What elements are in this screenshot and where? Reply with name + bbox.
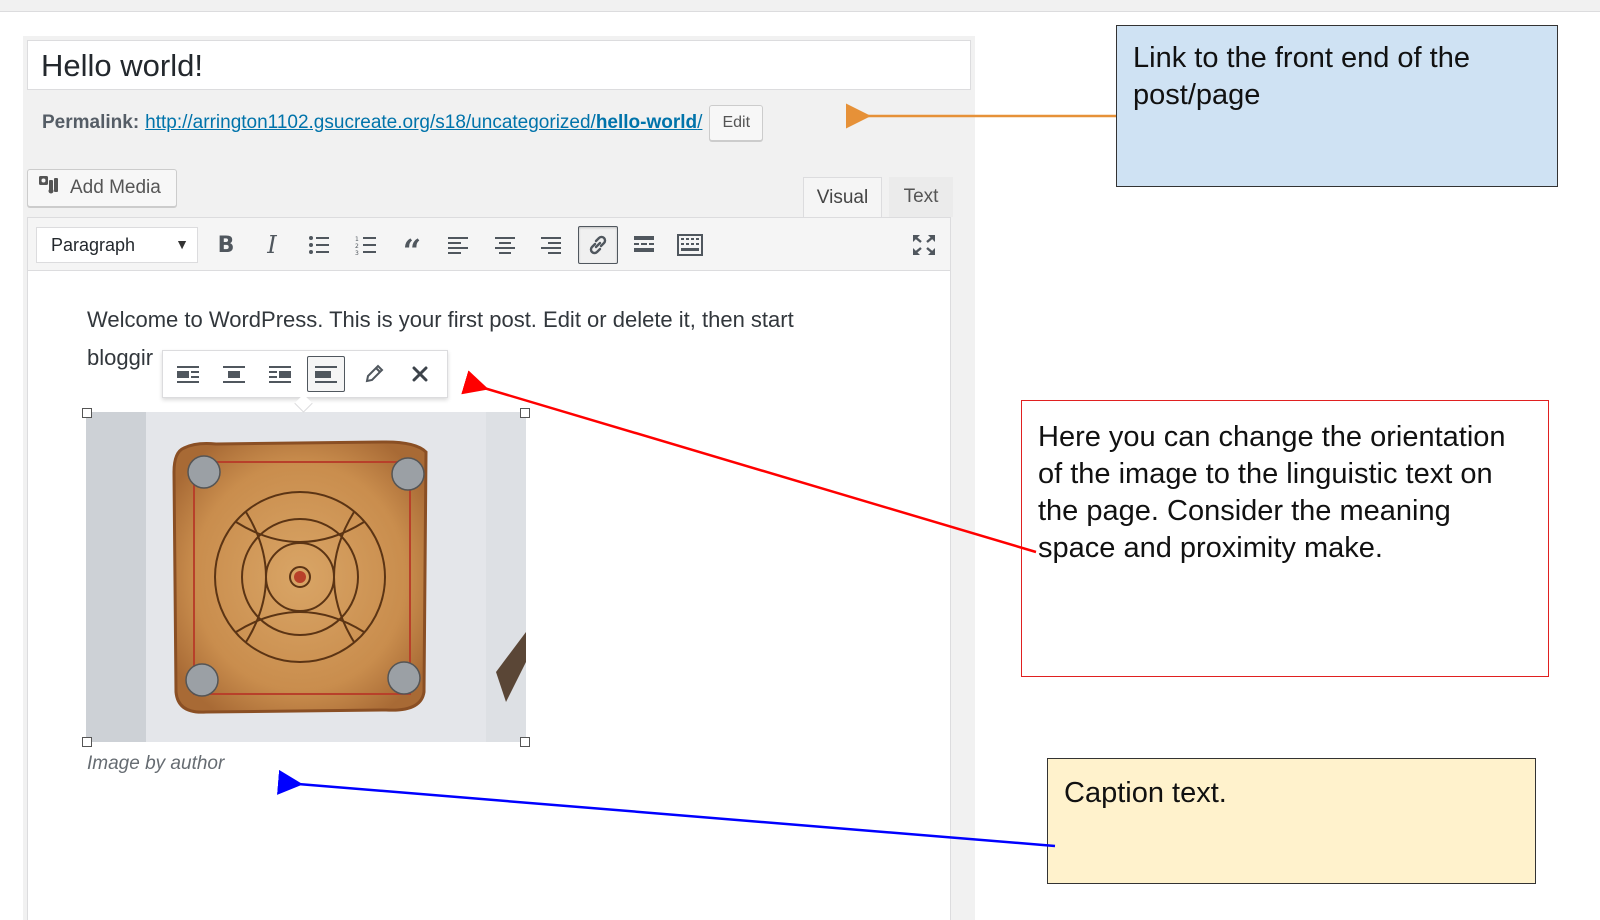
permalink-trail: / bbox=[697, 112, 703, 133]
resize-handle-top-right[interactable] bbox=[520, 408, 530, 418]
permalink-row: Permalink: http://arrington1102.gsucreat… bbox=[42, 104, 764, 142]
editor-toolbar: Paragraph ▼ B I 123 “ bbox=[27, 217, 951, 271]
resize-handle-bottom-left[interactable] bbox=[82, 737, 92, 747]
add-media-button[interactable]: Add Media bbox=[27, 169, 177, 207]
svg-text:1: 1 bbox=[355, 236, 359, 243]
format-select[interactable]: Paragraph ▼ bbox=[36, 227, 198, 263]
carrom-board-image bbox=[86, 412, 526, 742]
link-icon[interactable] bbox=[578, 226, 618, 264]
permalink-base: http://arrington1102.gsucreate.org/s18/u… bbox=[145, 112, 596, 133]
chevron-down-icon: ▼ bbox=[175, 236, 189, 252]
editor-content[interactable]: Welcome to WordPress. This is your first… bbox=[27, 271, 951, 920]
add-media-label: Add Media bbox=[70, 177, 161, 198]
permalink-link[interactable]: http://arrington1102.gsucreate.org/s18/u… bbox=[145, 112, 702, 134]
align-center-icon[interactable] bbox=[487, 227, 523, 263]
post-title-input[interactable]: Hello world! bbox=[27, 40, 971, 90]
image-no-align-icon[interactable] bbox=[307, 356, 345, 392]
align-right-icon[interactable] bbox=[533, 227, 569, 263]
resize-handle-bottom-right[interactable] bbox=[520, 737, 530, 747]
tab-text[interactable]: Text bbox=[889, 177, 953, 217]
numbered-list-icon[interactable]: 123 bbox=[348, 227, 384, 263]
top-bar bbox=[0, 0, 1600, 12]
media-icon bbox=[38, 174, 62, 202]
toolbar-toggle-icon[interactable] bbox=[672, 227, 708, 263]
permalink-slug: hello-world bbox=[595, 112, 698, 133]
remove-icon[interactable] bbox=[401, 356, 439, 392]
image-align-right-icon[interactable] bbox=[261, 356, 299, 392]
orientation-annotation: Here you can change the orientation of t… bbox=[1021, 400, 1549, 677]
image-caption[interactable]: Image by author bbox=[87, 753, 224, 775]
permalink-annotation: Link to the front end of the post/page bbox=[1116, 25, 1558, 187]
format-select-value: Paragraph bbox=[51, 234, 136, 255]
image-align-left-icon[interactable] bbox=[169, 356, 207, 392]
bulleted-list-icon[interactable] bbox=[301, 227, 337, 263]
paragraph-line-1: Welcome to WordPress. This is your first… bbox=[87, 307, 794, 332]
caption-annotation: Caption text. bbox=[1047, 758, 1536, 884]
align-left-icon[interactable] bbox=[440, 227, 476, 263]
image-toolbar bbox=[162, 350, 448, 413]
resize-handle-top-left[interactable] bbox=[82, 408, 92, 418]
fullscreen-icon[interactable] bbox=[906, 227, 942, 263]
blockquote-icon[interactable]: “ bbox=[394, 227, 430, 267]
post-image[interactable] bbox=[86, 412, 526, 742]
italic-icon[interactable]: I bbox=[254, 227, 290, 263]
edit-permalink-button[interactable]: Edit bbox=[709, 105, 764, 141]
pencil-edit-icon[interactable] bbox=[355, 356, 393, 392]
bold-icon[interactable]: B bbox=[208, 227, 244, 263]
image-align-center-icon[interactable] bbox=[215, 356, 253, 392]
post-editor: Hello world! Permalink: http://arrington… bbox=[23, 36, 975, 920]
permalink-label: Permalink: bbox=[42, 112, 140, 133]
read-more-icon[interactable] bbox=[626, 227, 662, 263]
tab-visual[interactable]: Visual bbox=[803, 177, 882, 217]
svg-text:3: 3 bbox=[355, 250, 359, 255]
svg-text:2: 2 bbox=[355, 243, 359, 250]
toolbar-pointer bbox=[294, 394, 313, 413]
